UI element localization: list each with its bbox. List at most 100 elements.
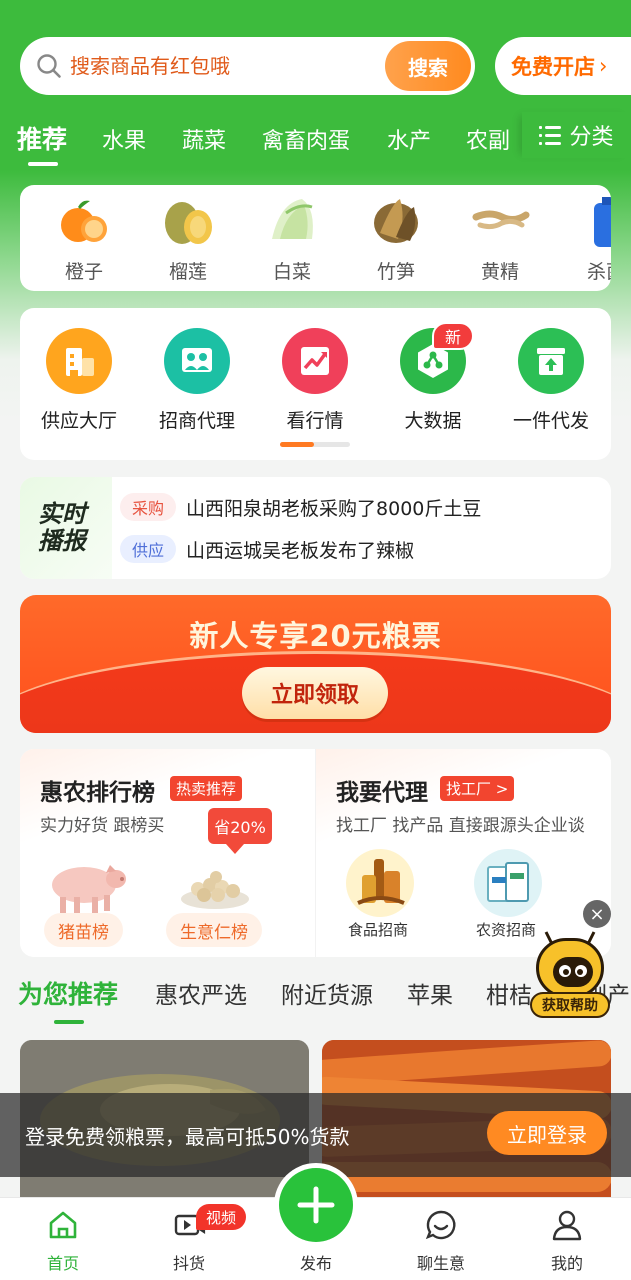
broadcast-item[interactable]: 供应 山西运城吴老板发布了辣椒 [120, 535, 414, 563]
product-item-cabbage[interactable]: 白菜 [252, 193, 332, 284]
rank-pill-business[interactable]: 生意仁榜 [166, 913, 262, 947]
feature-label: 看行情 [286, 410, 344, 432]
search-box[interactable]: 搜索 [20, 37, 475, 95]
tab-for-you[interactable]: 为您推荐 [18, 975, 118, 1011]
ranking-panel[interactable]: 惠农排行榜 热卖推荐 实力好货 跟榜买 猪苗榜 生意仁榜 [20, 749, 315, 957]
recommend-underline [54, 1020, 84, 1024]
plus-icon [279, 1168, 353, 1242]
hot-tag: 热卖推荐 [170, 776, 243, 801]
search-button[interactable]: 搜索 [385, 41, 471, 91]
piglet-icon [52, 865, 126, 913]
tab-vegetable[interactable]: 蔬菜 [182, 123, 226, 155]
bamboo-shoot-icon [366, 193, 426, 249]
realtime-broadcast[interactable]: 实时 播报 采购 山西阳泉胡老板采购了8000斤土豆 供应 山西运城吴老板发布了… [20, 477, 611, 579]
agent-title: 我要代理 [336, 780, 428, 806]
tab-agri-byproduct[interactable]: 农副 [466, 123, 510, 155]
tab-underline [28, 162, 58, 166]
chat-smile-icon [424, 1208, 458, 1242]
rank-pill-piglet[interactable]: 猪苗榜 [44, 913, 123, 947]
product-label: 榴莲 [168, 261, 207, 283]
login-banner-text: 登录免费领粮票，最高可抵50%货款 [25, 1125, 350, 1149]
durian-icon [158, 193, 218, 249]
tab-nearby-supply[interactable]: 附近货源 [281, 976, 373, 1010]
cabbage-icon [262, 193, 322, 249]
tab-fruit[interactable]: 水果 [102, 123, 146, 155]
feature-grid: 供应大厅 招商代理 看行情 大数据 一件代发 [20, 308, 611, 460]
product-item-bottle[interactable]: 杀菌 [566, 193, 611, 284]
people-icon [164, 328, 230, 394]
menu-list-icon [539, 125, 562, 145]
agri-supplies-icon [474, 849, 542, 917]
feature-dropshipping[interactable]: 一件代发 [492, 328, 610, 433]
classify-label: 分类 [569, 125, 614, 150]
product-label: 竹笋 [376, 261, 415, 283]
login-button[interactable]: 立即登录 [487, 1111, 607, 1155]
product-label: 白菜 [272, 261, 311, 283]
agent-label-food: 食品招商 [348, 921, 409, 939]
tab-strict-selection[interactable]: 惠农严选 [155, 976, 247, 1010]
bottle-icon [576, 193, 611, 249]
nav-chat[interactable]: 聊生意 [396, 1208, 486, 1274]
huangjing-root-icon [470, 193, 530, 249]
product-label: 橙子 [64, 261, 103, 283]
nav-home[interactable]: 首页 [18, 1208, 108, 1274]
tab-meat-egg[interactable]: 禽畜肉蛋 [262, 123, 350, 155]
claim-coupon-button[interactable]: 立即领取 [242, 667, 388, 719]
product-label: 黄精 [480, 261, 519, 283]
help-assistant[interactable]: 获取帮助 [530, 931, 610, 1020]
feature-supply-hall[interactable]: 供应大厅 [20, 328, 138, 433]
orange-icon [54, 193, 114, 249]
newcomer-coupon-banner[interactable]: 新人专享20元粮票 立即领取 [20, 595, 611, 733]
supply-tag: 供应 [120, 535, 177, 563]
ranking-title: 惠农排行榜 [40, 780, 155, 806]
nav-mine[interactable]: 我的 [522, 1208, 612, 1274]
product-item-durian[interactable]: 榴莲 [148, 193, 228, 284]
feature-label: 供应大厅 [40, 410, 117, 432]
open-shop-button[interactable]: 免费开店 › [495, 37, 631, 95]
mascot-face [536, 938, 604, 998]
broadcast-logo-line2: 播报 [38, 527, 86, 555]
trend-chart-icon [282, 328, 348, 394]
search-icon [37, 54, 61, 78]
building-icon [46, 328, 112, 394]
product-item-bamboo-shoot[interactable]: 竹笋 [356, 193, 436, 284]
agent-panel[interactable]: 我要代理 找工厂 > 找工厂 找产品 直接跟源头企业谈 食品招商 农资招商 [315, 749, 611, 957]
agent-subtitle: 找工厂 找产品 直接跟源头企业谈 [336, 816, 585, 836]
close-icon[interactable]: × [583, 900, 611, 928]
product-item-huangjing[interactable]: 黄精 [460, 193, 540, 284]
ranking-subtitle: 实力好货 跟榜买 [40, 816, 165, 836]
publish-label: 发布 [299, 1254, 332, 1273]
classify-button[interactable]: 分类 [522, 112, 631, 158]
tab-aquatic[interactable]: 水产 [387, 123, 431, 155]
product-item-orange[interactable]: 橙子 [44, 193, 124, 284]
agent-label-agri-supplies: 农资招商 [476, 921, 537, 939]
publish-button[interactable] [274, 1163, 358, 1247]
box-upload-icon [518, 328, 584, 394]
scroll-indicator [280, 442, 350, 447]
find-factory-tag[interactable]: 找工厂 > [440, 776, 515, 801]
tab-apple[interactable]: 苹果 [407, 976, 453, 1010]
feature-label: 大数据 [404, 410, 462, 432]
user-icon [550, 1208, 584, 1242]
purchase-tag: 采购 [120, 493, 177, 521]
feature-market-trend[interactable]: 看行情 [256, 328, 374, 433]
search-input[interactable] [70, 37, 390, 95]
food-merchant-icon [346, 849, 414, 917]
category-tabs: 推荐 水果 蔬菜 禽畜肉蛋 水产 农副 分类 [0, 112, 631, 168]
broadcast-item[interactable]: 采购 山西阳泉胡老板采购了8000斤土豆 [120, 493, 481, 521]
tab-recommend[interactable]: 推荐 [17, 120, 67, 156]
product-label: 杀菌 [586, 261, 611, 283]
feature-label: 一件代发 [512, 410, 589, 432]
new-badge: 新 [432, 322, 474, 350]
nav-label: 首页 [46, 1254, 79, 1273]
broadcast-logo: 实时 播报 [20, 477, 112, 579]
nav-label: 我的 [550, 1254, 583, 1273]
video-badge: 视频 [196, 1204, 246, 1230]
open-shop-label: 免费开店 [511, 55, 595, 79]
tab-citrus[interactable]: 柑桔 [486, 976, 532, 1010]
peanut-bowl-icon [181, 871, 249, 909]
feature-merchant-agent[interactable]: 招商代理 [138, 328, 256, 433]
coupon-title: 新人专享20元粮票 [189, 619, 442, 653]
product-strip: 橙子 榴莲 白菜 竹笋 黄精 杀菌 [20, 185, 611, 291]
broadcast-logo-line1: 实时 [38, 500, 86, 528]
